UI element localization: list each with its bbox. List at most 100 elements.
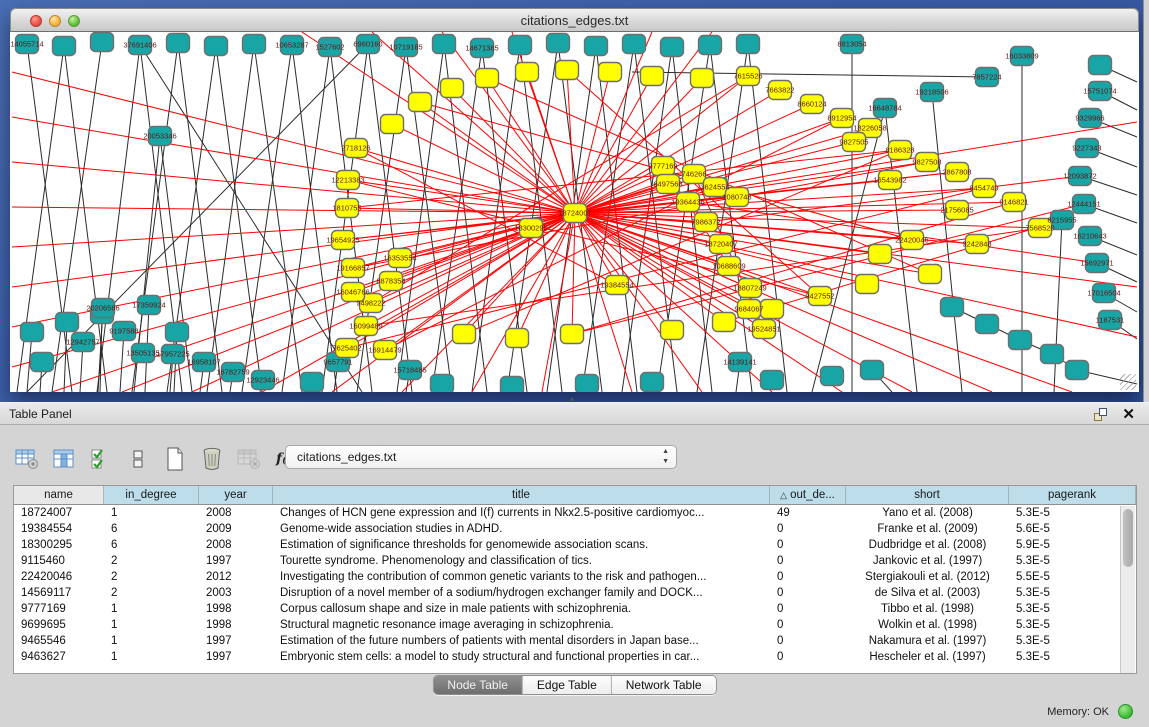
column-header-name[interactable]: name (14, 486, 104, 504)
citation-network-graph[interactable]: 1405571437691406106532871527602696016010… (11, 32, 1138, 392)
graph-node[interactable] (761, 300, 784, 319)
table-row[interactable]: 946362711997Embryonic stem cells: a mode… (14, 649, 1136, 665)
graph-node[interactable] (453, 325, 476, 344)
tab-node-table[interactable]: Node Table (433, 676, 523, 694)
graph-node[interactable] (506, 329, 529, 348)
window-titlebar[interactable]: citations_edges.txt (10, 8, 1139, 32)
graph-node[interactable] (856, 275, 879, 294)
column-header-year[interactable]: year (199, 486, 273, 504)
table-row[interactable]: 911546021997Tourette syndrome. Phenomeno… (14, 553, 1136, 569)
graph-node[interactable] (599, 63, 622, 82)
show-columns-icon[interactable] (51, 446, 77, 472)
graph-node[interactable] (91, 33, 114, 52)
graph-node[interactable] (433, 35, 456, 54)
select-all-icon[interactable] (88, 446, 114, 472)
table-selector-dropdown[interactable]: citations_edges.txt ▲▼ (285, 445, 677, 469)
graph-edge[interactable] (242, 45, 292, 392)
graph-node[interactable] (21, 323, 44, 342)
graph-node[interactable] (243, 35, 266, 54)
graph-node[interactable] (31, 353, 54, 372)
graph-edge[interactable] (632, 72, 987, 77)
graph-edge[interactable] (575, 32, 712, 213)
graph-node[interactable] (205, 37, 228, 56)
import-table-icon[interactable] (236, 446, 262, 472)
graph-node[interactable] (167, 34, 190, 53)
graph-node[interactable] (861, 361, 884, 380)
table-panel-header[interactable]: Table Panel ✕ (0, 403, 1149, 425)
table-row[interactable]: 1938455462009Genome-wide association stu… (14, 521, 1136, 537)
rows-icon[interactable] (125, 446, 151, 472)
column-header-out_de[interactable]: △out_de... (770, 486, 846, 504)
delete-icon[interactable] (199, 446, 225, 472)
network-canvas[interactable]: 1405571437691406106532871527602696016010… (11, 32, 1138, 392)
graph-node[interactable] (821, 367, 844, 386)
graph-edge[interactable] (254, 44, 302, 392)
tab-edge-table[interactable]: Edge Table (523, 676, 612, 694)
graph-node[interactable] (1041, 345, 1064, 364)
graph-node[interactable] (919, 265, 942, 284)
table-row[interactable]: 946554611997Estimation of the future num… (14, 633, 1136, 649)
graph-node[interactable] (941, 298, 964, 317)
graph-node[interactable] (431, 375, 454, 393)
window-resize-grip[interactable] (1120, 374, 1136, 390)
graph-node[interactable] (641, 373, 664, 392)
graph-node[interactable] (623, 35, 646, 54)
column-header-title[interactable]: title (273, 486, 770, 504)
table-row[interactable]: 1830029562008Estimation of significance … (14, 537, 1136, 553)
graph-node[interactable] (561, 325, 584, 344)
column-header-in_degree[interactable]: in_degree (104, 486, 199, 504)
graph-node[interactable] (641, 67, 664, 86)
table-options-icon[interactable] (14, 446, 40, 472)
graph-node[interactable] (1066, 361, 1089, 380)
table-row[interactable]: 1456911722003Disruption of a novel membe… (14, 585, 1136, 601)
graph-edge[interactable] (12, 207, 575, 213)
panel-splitter[interactable]: ▴ (0, 396, 1149, 402)
graph-node[interactable] (166, 323, 189, 342)
graph-node[interactable] (1009, 331, 1032, 350)
graph-edge[interactable] (292, 45, 337, 392)
graph-node[interactable] (476, 69, 499, 88)
float-panel-icon[interactable] (1094, 408, 1107, 421)
graph-node[interactable] (509, 36, 532, 55)
graph-node[interactable] (691, 69, 714, 88)
graph-edge[interactable] (207, 44, 254, 392)
table-row[interactable]: 1872400712008Changes of HCN gene express… (14, 505, 1136, 521)
graph-edge[interactable] (572, 213, 575, 334)
graph-node[interactable] (699, 36, 722, 55)
column-header-pagerank[interactable]: pagerank (1009, 486, 1136, 504)
graph-node[interactable] (441, 79, 464, 98)
graph-node[interactable] (869, 245, 892, 264)
graph-edge[interactable] (402, 213, 575, 392)
graph-edge[interactable] (572, 204, 1084, 334)
graph-node[interactable] (381, 115, 404, 134)
graph-edge[interactable] (12, 72, 575, 213)
graph-edge[interactable] (216, 46, 262, 392)
graph-node[interactable] (713, 313, 736, 332)
table-row[interactable]: 977716911998Corpus callosum shape and si… (14, 601, 1136, 617)
close-panel-icon[interactable]: ✕ (1122, 405, 1135, 423)
graph-edge[interactable] (1054, 220, 1062, 392)
graph-node[interactable] (56, 313, 79, 332)
graph-node[interactable] (737, 35, 760, 54)
graph-node[interactable] (976, 315, 999, 334)
graph-node[interactable] (409, 93, 432, 112)
tab-network-table[interactable]: Network Table (612, 676, 716, 694)
new-file-icon[interactable] (162, 446, 188, 472)
graph-edge[interactable] (487, 78, 575, 213)
graph-node[interactable] (501, 377, 524, 393)
graph-edge[interactable] (282, 47, 330, 392)
column-header-short[interactable]: short (846, 486, 1009, 504)
graph-node[interactable] (301, 373, 324, 392)
graph-node[interactable] (585, 37, 608, 56)
graph-node[interactable] (547, 34, 570, 53)
scrollbar-thumb[interactable] (1123, 509, 1133, 567)
graph-node[interactable] (53, 37, 76, 56)
table-row[interactable]: 969969511998Structural magnetic resonanc… (14, 617, 1136, 633)
graph-node[interactable] (1089, 56, 1112, 75)
graph-edge[interactable] (420, 102, 575, 213)
graph-node[interactable] (661, 321, 684, 340)
table-row[interactable]: 2242004622012Investigating the contribut… (14, 569, 1136, 585)
graph-node[interactable] (576, 375, 599, 393)
graph-node[interactable] (761, 371, 784, 390)
graph-node[interactable] (556, 61, 579, 80)
